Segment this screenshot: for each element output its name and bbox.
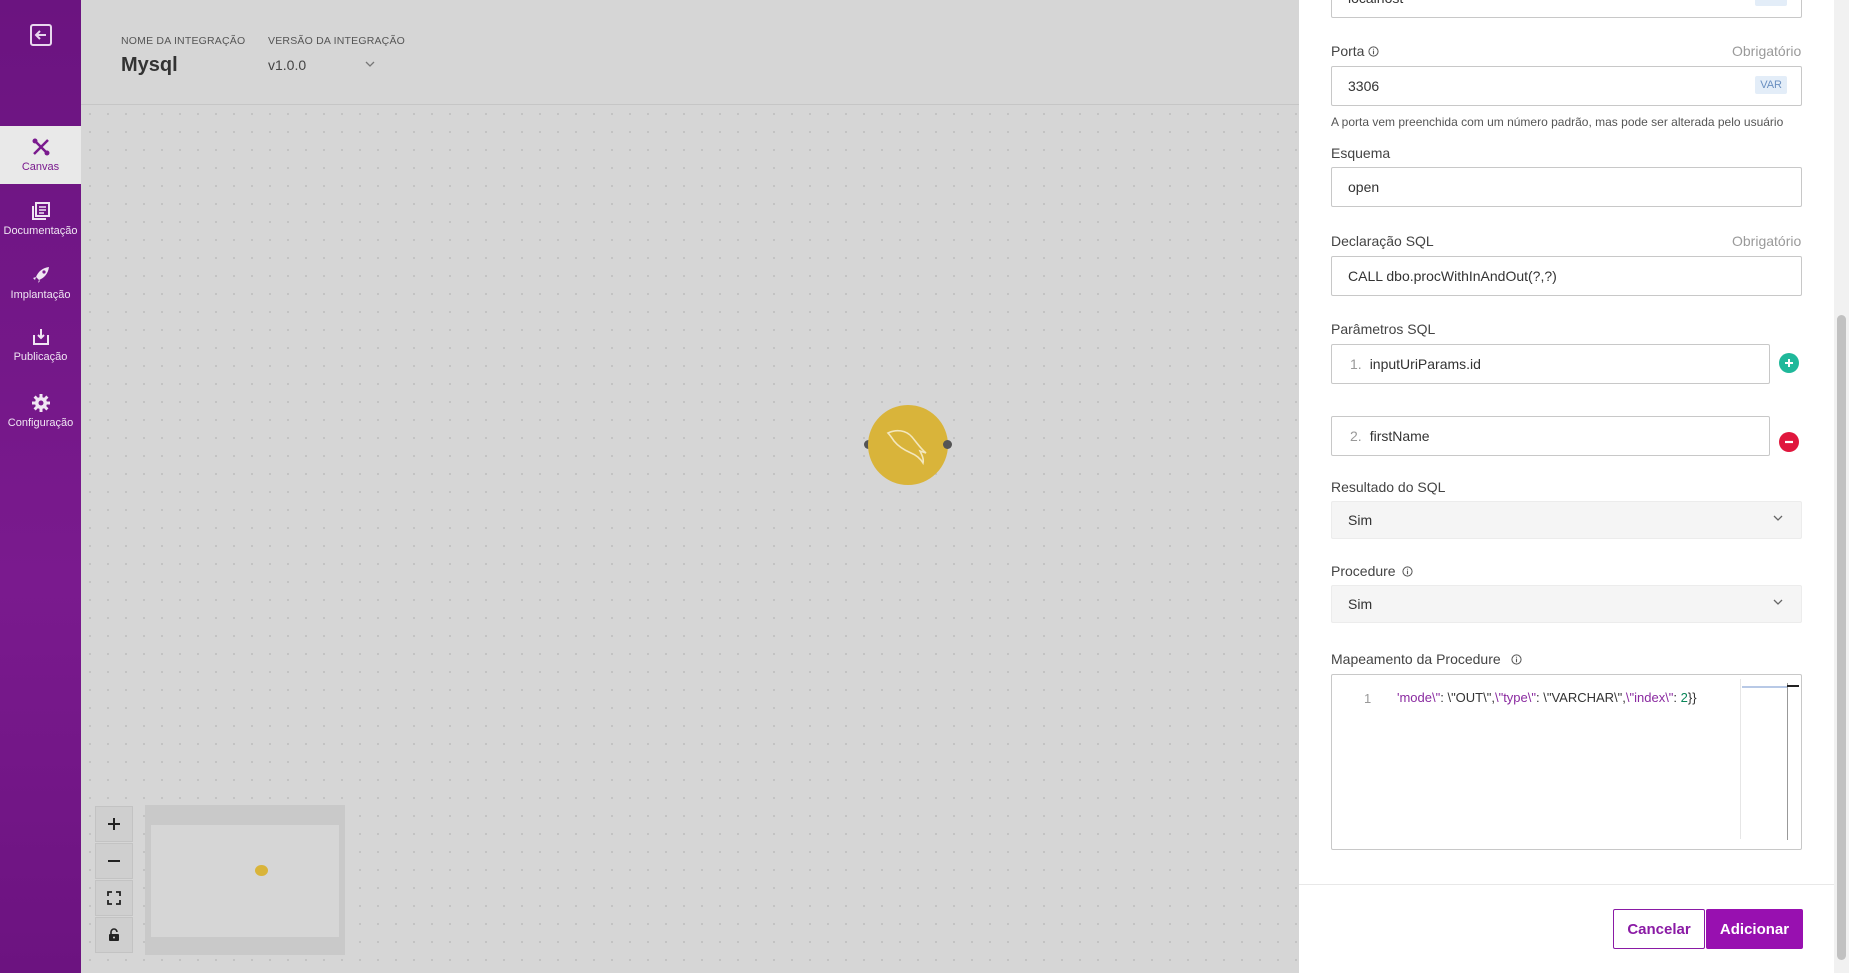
zoom-in-button[interactable] — [95, 806, 133, 842]
editor-scrollbar[interactable] — [1787, 683, 1788, 840]
sql-result-value: Sim — [1348, 512, 1373, 528]
integration-name: Mysql — [121, 54, 178, 76]
info-icon[interactable] — [1368, 46, 1379, 57]
line-number: 1 — [1364, 691, 1372, 706]
editor-minimap-divider — [1740, 679, 1741, 839]
cancel-button[interactable]: Cancelar — [1613, 909, 1705, 949]
host-value: localhost — [1348, 0, 1403, 6]
sql-statement-input[interactable]: CALL dbo.procWithInAndOut(?,?) — [1331, 256, 1802, 296]
minus-circle-icon — [1785, 440, 1793, 444]
integration-header: NOME DA INTEGRAÇÃO Mysql VERSÃO DA INTEG… — [81, 0, 1299, 105]
sidebar-item-canvas[interactable]: Canvas — [0, 126, 81, 184]
documentation-icon — [31, 202, 50, 220]
chevron-down-icon — [1773, 599, 1783, 605]
editor-scroll-marker — [1787, 685, 1799, 687]
code-token: 2 — [1680, 690, 1688, 705]
port-value: 3306 — [1348, 78, 1380, 94]
sql-param-1-input[interactable]: 1. inputUriParams.id — [1331, 344, 1770, 384]
procedure-value: Sim — [1348, 596, 1373, 612]
plus-circle-icon — [1785, 359, 1793, 367]
version-select[interactable]: v1.0.0 — [268, 57, 306, 73]
code-token: : \"OUT\", — [1440, 690, 1495, 705]
port-label-text: Porta — [1331, 43, 1365, 59]
port-label: Porta — [1331, 43, 1379, 59]
procedure-mapping-editor[interactable]: 1 'mode\": \"OUT\",\"type\": \"VARCHAR\"… — [1331, 674, 1802, 850]
schema-label: Esquema — [1331, 145, 1391, 161]
download-tray-icon — [32, 329, 49, 345]
param-value: firstName — [1369, 428, 1430, 444]
fullscreen-icon — [107, 891, 121, 905]
procedure-label-text: Procedure — [1331, 563, 1396, 579]
sidebar-item-label: Canvas — [21, 161, 60, 173]
code-token: 'mode\" — [1397, 690, 1441, 705]
code-line[interactable]: 'mode\": \"OUT\",\"type\": \"VARCHAR\",\… — [1397, 690, 1697, 705]
code-token: }} — [1687, 690, 1697, 705]
scrollbar-thumb[interactable] — [1837, 315, 1846, 960]
chevron-down-icon[interactable] — [365, 61, 375, 67]
sql-params-label: Parâmetros SQL — [1331, 321, 1436, 337]
mysql-node[interactable] — [868, 405, 948, 485]
var-badge[interactable]: VAR — [1755, 76, 1787, 94]
canvas-minimap[interactable] — [145, 805, 345, 955]
port-hint: A porta vem preenchida com um número pad… — [1331, 115, 1784, 129]
add-button[interactable]: Adicionar — [1706, 909, 1803, 949]
exit-icon[interactable] — [28, 22, 54, 48]
integration-name-label: NOME DA INTEGRAÇÃO — [121, 35, 246, 47]
schema-input[interactable]: open — [1331, 167, 1802, 207]
canvas-tools-icon — [32, 138, 49, 156]
sidebar: Canvas Documentação Implantação Publicaç… — [0, 0, 81, 973]
lock-button[interactable] — [95, 917, 133, 953]
chevron-down-icon — [1773, 515, 1783, 521]
integration-version-label: VERSÃO DA INTEGRAÇÃO — [268, 35, 406, 47]
mysql-dolphin-icon — [886, 429, 927, 466]
procedure-mapping-label: Mapeamento da Procedure — [1331, 651, 1522, 667]
procedure-mapping-label-text: Mapeamento da Procedure — [1331, 651, 1501, 667]
code-token: : — [1673, 690, 1681, 705]
code-token: \"index\" — [1625, 690, 1674, 705]
sidebar-item-label: Documentação — [3, 225, 78, 237]
code-token: \"type\" — [1494, 690, 1536, 705]
procedure-select[interactable]: Sim — [1331, 585, 1802, 623]
schema-value: open — [1348, 179, 1380, 195]
sql-result-select[interactable]: Sim — [1331, 501, 1802, 539]
param-value: inputUriParams.id — [1369, 356, 1481, 372]
remove-param-button[interactable] — [1779, 432, 1799, 452]
minus-icon — [108, 860, 120, 862]
editor-minimap[interactable] — [1742, 686, 1787, 688]
port-input[interactable]: 3306 VAR — [1331, 66, 1802, 106]
rocket-icon — [32, 267, 49, 283]
sql-result-label: Resultado do SQL — [1331, 479, 1446, 495]
plus-icon — [108, 818, 120, 830]
sidebar-item-documentation[interactable]: Documentação — [0, 190, 81, 248]
lock-icon — [109, 928, 119, 941]
minimap-viewport — [151, 825, 339, 937]
port-required: Obrigatório — [1732, 43, 1802, 59]
fit-view-button[interactable] — [95, 880, 133, 916]
sql-statement-label: Declaração SQL — [1331, 233, 1434, 249]
sidebar-item-settings[interactable]: Configuração — [0, 382, 81, 440]
sidebar-item-publish[interactable]: Publicação — [0, 316, 81, 374]
page-scrollbar[interactable] — [1834, 0, 1849, 973]
sidebar-item-label: Publicação — [13, 351, 68, 363]
info-icon[interactable] — [1510, 654, 1522, 665]
sidebar-item-label: Implantação — [10, 289, 71, 301]
sql-required: Obrigatório — [1732, 233, 1802, 249]
param-index: 1. — [1350, 356, 1362, 372]
zoom-out-button[interactable] — [95, 843, 133, 879]
host-input[interactable]: localhost VAR — [1331, 0, 1802, 18]
footer-divider — [1299, 884, 1834, 885]
sql-statement-value: CALL dbo.procWithInAndOut(?,?) — [1348, 268, 1557, 284]
procedure-label: Procedure — [1331, 563, 1414, 579]
add-param-button[interactable] — [1779, 353, 1799, 373]
gear-icon — [31, 394, 50, 412]
info-icon[interactable] — [1402, 566, 1414, 577]
sidebar-item-deploy[interactable]: Implantação — [0, 254, 81, 312]
var-badge[interactable]: VAR — [1755, 0, 1787, 6]
sql-param-2-input[interactable]: 2. firstName — [1331, 416, 1770, 456]
minimap-node — [255, 865, 268, 876]
code-token: : \"VARCHAR\", — [1536, 690, 1626, 705]
node-output-handle[interactable] — [943, 440, 952, 449]
param-index: 2. — [1350, 428, 1362, 444]
sidebar-item-label: Configuração — [7, 417, 74, 429]
